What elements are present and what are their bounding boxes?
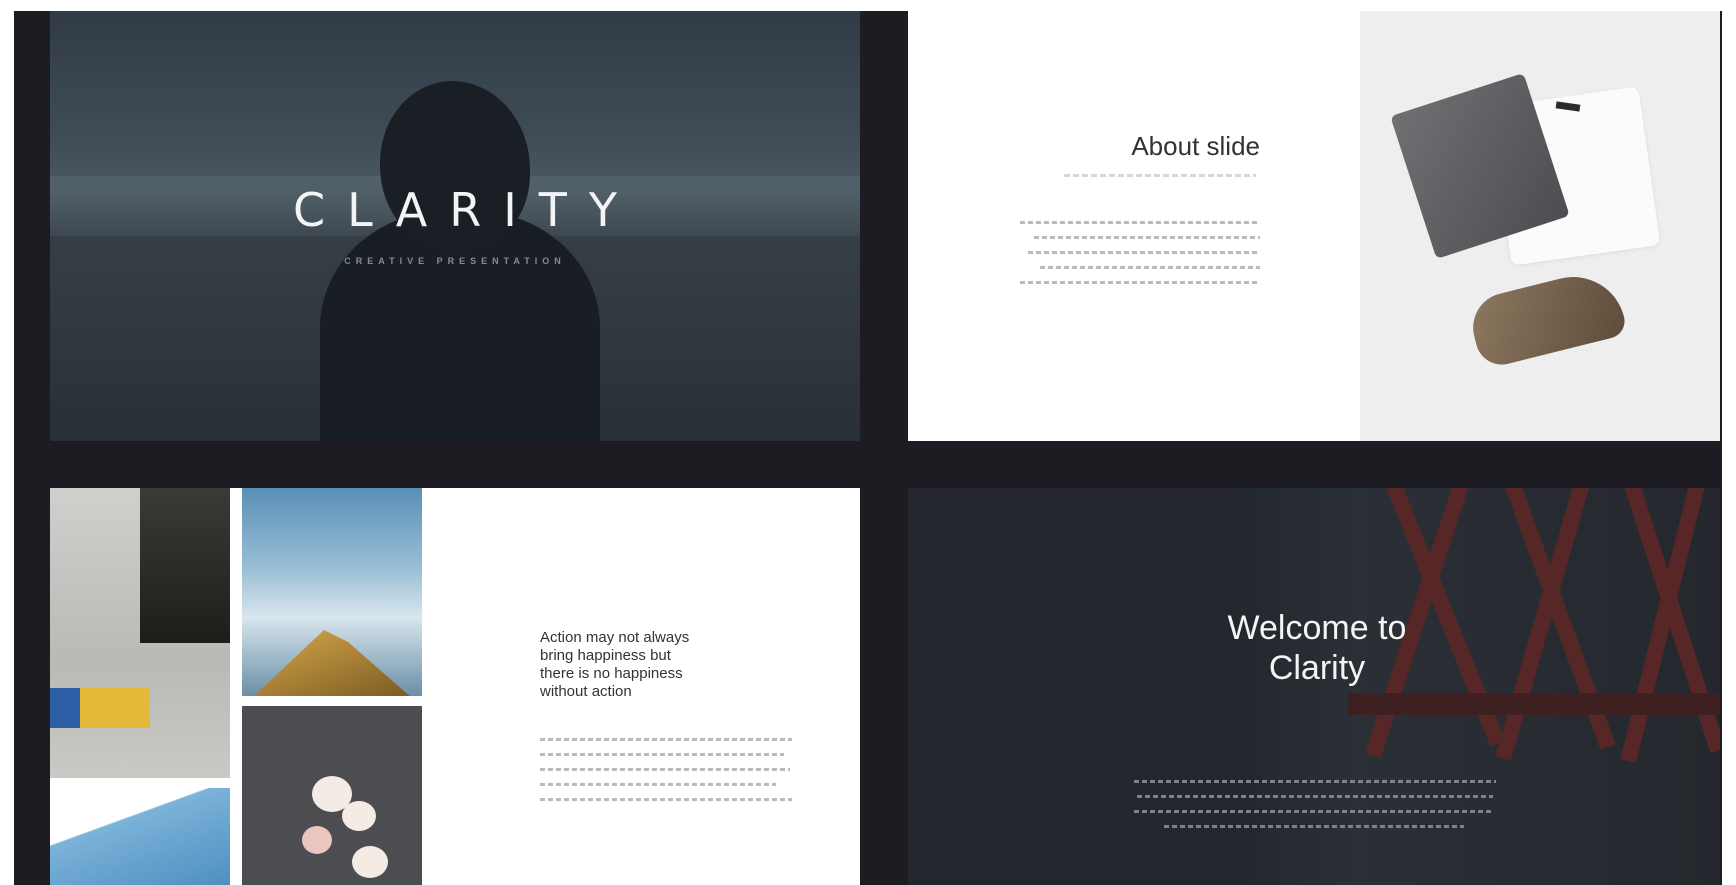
photo-mountain-sky <box>242 488 422 696</box>
slide-thumbnail-clarity-title[interactable]: CLARITY CREATIVE PRESENTATION <box>50 11 860 441</box>
quote-body-text-placeholder <box>540 738 792 813</box>
about-photo-clothes <box>1360 11 1720 441</box>
welcome-title: Welcome to Clarity <box>908 608 1720 688</box>
flower-bloom <box>302 826 332 854</box>
quote-text: Action may not always bring happiness bu… <box>540 629 740 701</box>
mountain <box>252 630 412 696</box>
quote-line-4: without action <box>540 683 632 700</box>
quote-line-3: there is no happiness <box>540 665 683 682</box>
slide-thumbnail-about[interactable]: About slide <box>908 11 1720 441</box>
about-subtitle-placeholder <box>1064 174 1256 177</box>
flower-bloom <box>352 846 388 878</box>
about-title: About slide <box>1131 131 1260 161</box>
welcome-title-line-2: Clarity <box>1268 649 1366 687</box>
about-body-text-placeholder <box>1020 221 1260 296</box>
photo-bench <box>50 688 150 728</box>
quote-line-1: Action may not always <box>540 629 690 646</box>
clarity-title: CLARITY <box>293 183 639 237</box>
slide-thumbnail-quote[interactable]: Action may not always bring happiness bu… <box>50 488 860 885</box>
quote-line-2: bring happiness but <box>540 647 671 664</box>
flower-bloom <box>342 801 376 831</box>
slide-preview-grid: CLARITY CREATIVE PRESENTATION About slid… <box>14 11 1722 885</box>
photo-window <box>140 488 230 643</box>
suede-boot <box>1465 265 1629 371</box>
photo-facade <box>50 488 230 778</box>
welcome-body-text-placeholder <box>1134 780 1496 840</box>
photo-flowers <box>242 706 422 885</box>
slide-thumbnail-welcome[interactable]: Welcome to Clarity <box>908 488 1720 885</box>
clarity-subtitle: CREATIVE PRESENTATION <box>344 256 566 266</box>
photo-blue-facade <box>50 788 230 885</box>
welcome-title-line-1: Welcome to <box>1227 609 1407 647</box>
